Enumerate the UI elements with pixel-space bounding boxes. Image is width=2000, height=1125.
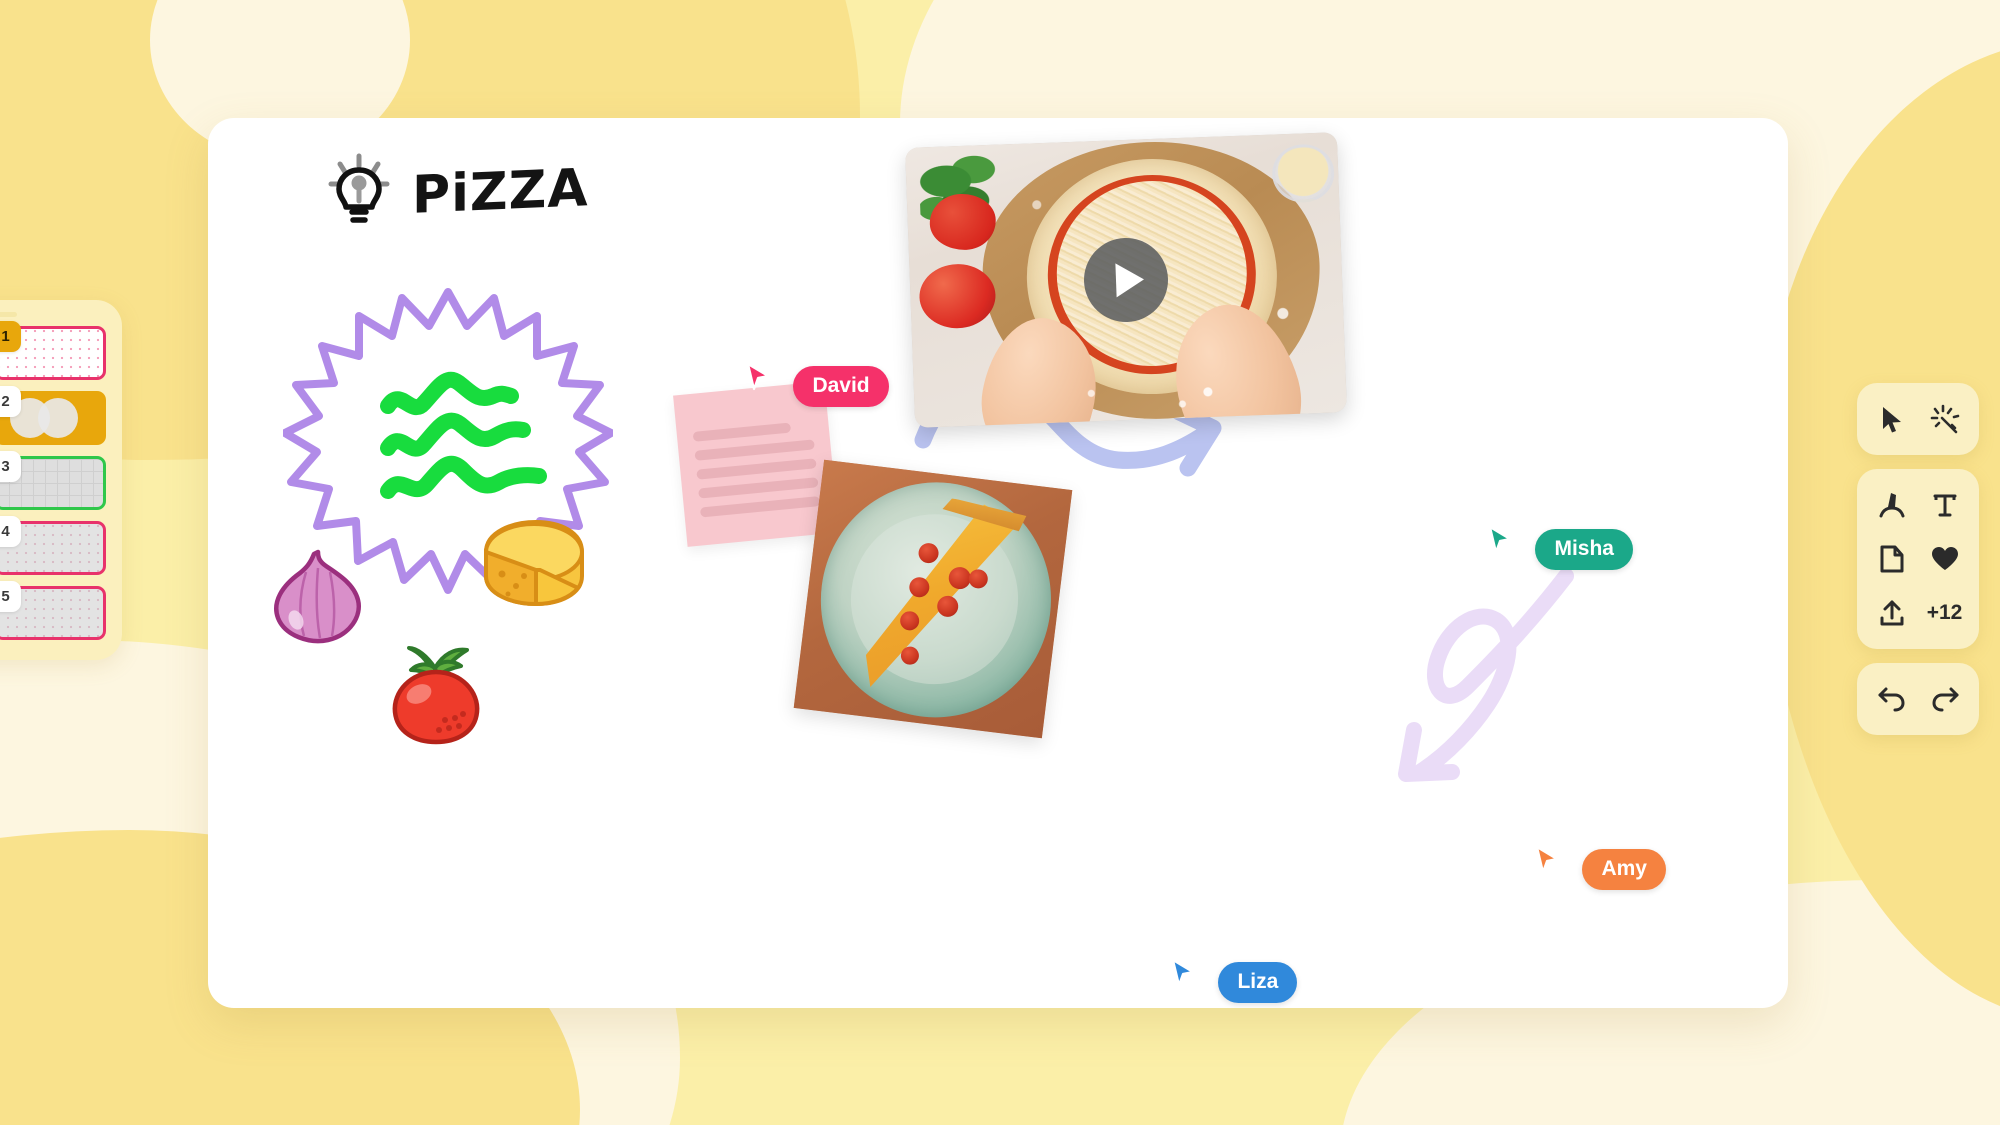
collaborator-cursor-liza: Liza	[1170, 958, 1298, 1003]
more-tools[interactable]: +12	[1921, 589, 1969, 637]
toolbar-creation-group: +12	[1857, 469, 1979, 649]
page-thumbnail-1[interactable]: 1	[0, 321, 106, 380]
page-title: PiZZA	[412, 157, 589, 226]
document-tool[interactable]	[1868, 535, 1916, 583]
pen-tool[interactable]	[1868, 481, 1916, 529]
tomato-sticker[interactable]	[383, 638, 489, 751]
loop-arrow[interactable]	[1376, 558, 1596, 803]
heart-icon	[1931, 547, 1958, 570]
text-t-icon	[1933, 494, 1956, 517]
collaborator-name-label: Amy	[1582, 849, 1666, 890]
lightbulb-icon	[328, 153, 390, 230]
page-navigator-panel[interactable]: 1 2 3 4 5	[0, 300, 122, 660]
redo-button[interactable]	[1921, 675, 1969, 723]
document-icon	[1880, 545, 1903, 573]
magic-wand-icon	[1930, 404, 1959, 434]
right-toolbar[interactable]: +12	[1857, 383, 1979, 749]
panel-grip-handle[interactable]	[0, 312, 17, 317]
board-title-group: PiZZA	[328, 153, 589, 230]
text-tool[interactable]	[1921, 481, 1969, 529]
pizza-video[interactable]	[905, 132, 1347, 428]
collaborator-cursor-amy: Amy	[1534, 845, 1666, 890]
collaborator-cursor-misha: Misha	[1487, 525, 1633, 570]
page-thumbnail-5[interactable]: 5	[0, 581, 106, 640]
page-number-badge: 5	[0, 581, 21, 612]
cheese-sticker[interactable]	[478, 518, 588, 615]
cursor-arrow-icon	[1171, 958, 1195, 987]
collaborator-name-label: David	[793, 366, 889, 407]
sticky-note-line	[692, 422, 792, 442]
pizza-slice-photo[interactable]	[793, 459, 1073, 739]
undo-button[interactable]	[1868, 675, 1916, 723]
page-number-badge: 3	[0, 451, 21, 482]
cursor-arrow-icon	[1535, 845, 1559, 874]
cursor-arrow-icon	[1882, 407, 1901, 433]
upload-tool[interactable]	[1868, 589, 1916, 637]
magic-wand-tool[interactable]	[1921, 395, 1969, 443]
toolbar-history-group	[1857, 663, 1979, 735]
collaborator-cursor-david: David	[745, 362, 889, 407]
select-cursor-tool[interactable]	[1868, 395, 1916, 443]
page-thumbnail-4[interactable]: 4	[0, 516, 106, 575]
page-number-badge: 4	[0, 516, 21, 547]
cursor-arrow-icon	[746, 362, 770, 391]
page-thumbnail-3[interactable]: 3	[0, 451, 106, 510]
redo-icon	[1931, 687, 1958, 712]
upload-icon	[1880, 600, 1903, 626]
collaborator-name-label: Misha	[1535, 529, 1633, 570]
sticky-note-line	[698, 477, 819, 499]
sticky-note-line	[694, 439, 815, 461]
page-number-badge: 1	[0, 321, 21, 352]
sticky-note-line	[696, 458, 817, 480]
sticky-note-line	[699, 496, 821, 518]
page-thumbnail-2[interactable]: 2	[0, 386, 106, 445]
sticker-tool[interactable]	[1921, 535, 1969, 583]
pen-icon	[1879, 493, 1904, 518]
green-scribbles	[380, 371, 547, 499]
page-number-badge: 2	[0, 386, 21, 417]
cursor-arrow-icon	[1488, 525, 1512, 554]
undo-icon	[1878, 687, 1905, 712]
collaborator-name-label: Liza	[1218, 962, 1298, 1003]
onion-sticker[interactable]	[266, 548, 370, 653]
toolbar-selection-group	[1857, 383, 1979, 455]
